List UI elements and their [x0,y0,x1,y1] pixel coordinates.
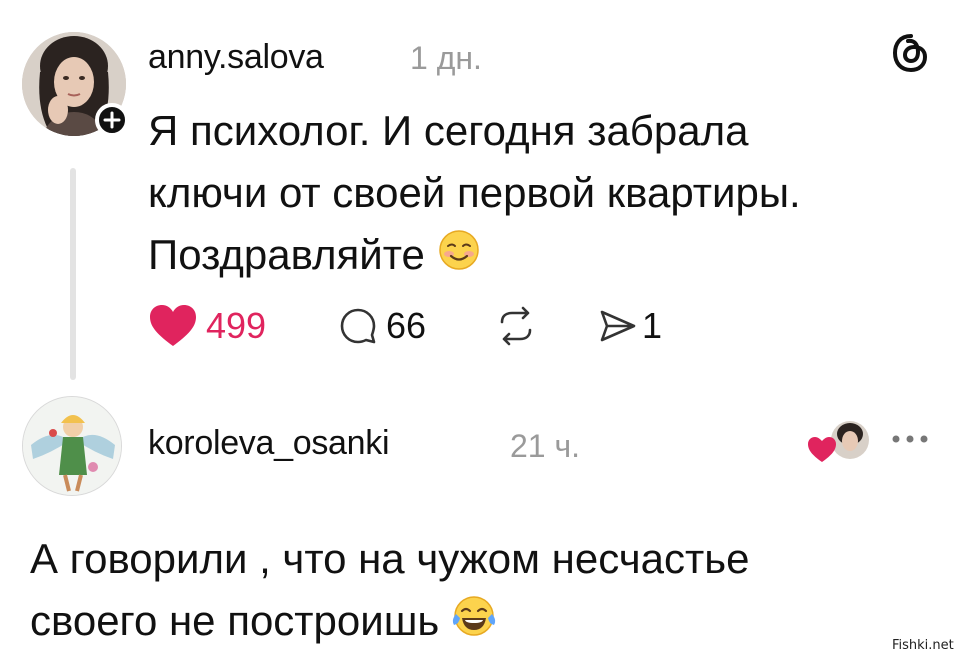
heart-icon [150,305,196,346]
like-button[interactable]: 499 [148,296,266,356]
share-count: 1 [642,305,663,346]
post-time: 1 дн. [410,40,482,76]
more-options-icon[interactable] [886,424,934,454]
plus-icon [103,111,121,129]
reply-line: А говорили , что на чужом несчастье [30,535,750,582]
post1-actions: 499 66 1 [148,296,748,356]
username-koroleva-osanki[interactable]: koroleva_osanki [148,424,390,463]
like-count: 499 [206,305,267,346]
reply-line-text: своего не построишь [30,597,440,644]
thread-line [70,168,76,380]
post1-text: Я психолог. И сегодня забрала ключи от с… [148,100,908,289]
send-icon [600,310,636,342]
username-anny-salova[interactable]: anny.salova [148,38,324,77]
post1-line-text: Поздравляйте [148,231,425,278]
share-button[interactable]: 1 [598,296,662,356]
post1-line-last: Поздравляйте [148,224,908,289]
fairy-avatar-icon [23,397,121,495]
comment-icon [340,308,376,344]
follow-button[interactable] [95,103,129,137]
reply-text: А говорили , что на чужом несчастье свое… [30,528,910,655]
comment-count: 66 [386,305,427,346]
avatar-koroleva-osanki[interactable] [22,396,122,496]
reply-line-last: своего не построишь [30,590,910,655]
watermark: Fishki.net [892,638,954,653]
post1-line: ключи от своей первой квартиры. [148,169,801,216]
repost-button[interactable] [494,296,538,356]
tears-of-joy-emoji-icon [451,593,497,655]
liked-by-author-indicator[interactable] [806,418,872,466]
smiling-face-emoji-icon [437,227,481,289]
comment-button[interactable]: 66 [338,296,426,356]
reply-time: 21 ч. [510,428,581,464]
post1-line: Я психолог. И сегодня забрала [148,107,749,154]
threads-logo-icon[interactable] [888,30,934,76]
repost-icon [500,306,532,346]
small-heart-icon [808,437,836,462]
